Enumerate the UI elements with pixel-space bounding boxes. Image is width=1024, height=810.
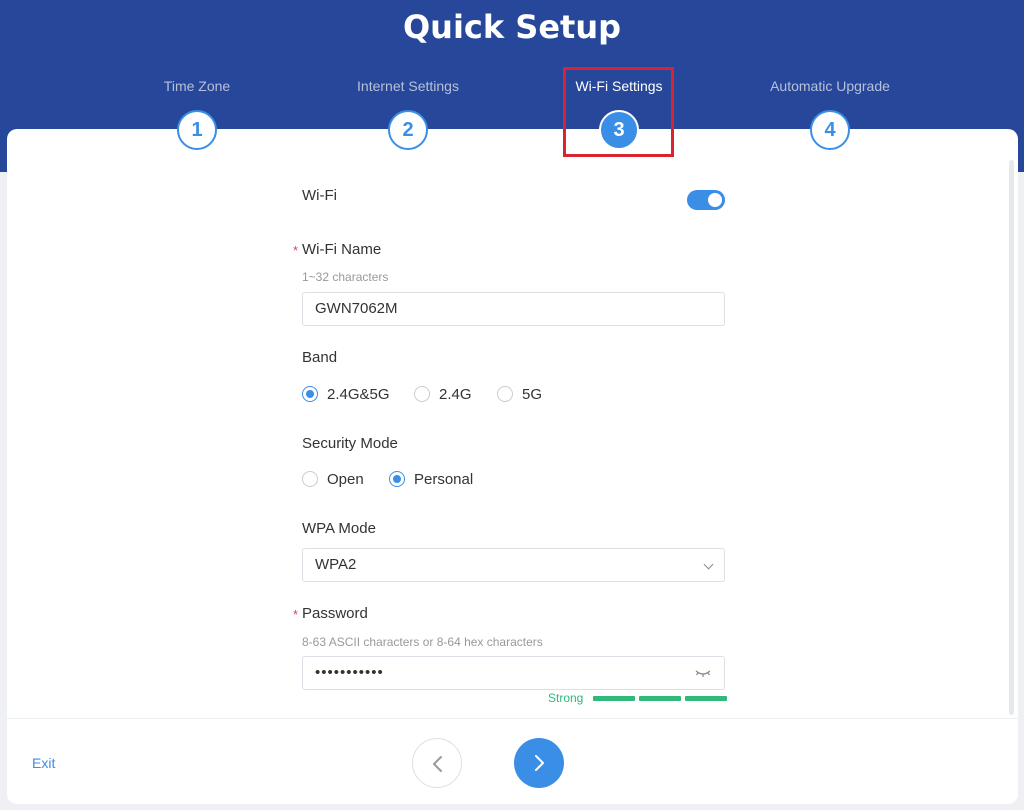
step-label: Automatic Upgrade <box>770 78 890 94</box>
wpa-mode-label: WPA Mode <box>302 520 376 537</box>
step-number: 1 <box>177 110 217 150</box>
exit-link[interactable]: Exit <box>32 755 55 771</box>
radio-label: 2.4G&5G <box>327 385 390 403</box>
security-option-personal[interactable]: Personal <box>389 469 473 489</box>
step-automatic-upgrade[interactable]: Automatic Upgrade 4 <box>740 76 920 150</box>
step-time-zone[interactable]: Time Zone 1 <box>107 76 287 150</box>
radio-checked <box>389 471 405 487</box>
radio-unchecked <box>302 471 318 487</box>
chevron-down-icon <box>703 559 714 570</box>
required-mark: * <box>293 607 299 622</box>
strength-bar <box>593 695 636 701</box>
radio-checked <box>302 386 318 402</box>
wifi-toggle[interactable] <box>687 190 725 210</box>
radio-unchecked <box>497 386 513 402</box>
password-hint: 8-63 ASCII characters or 8-64 hex charac… <box>302 635 543 649</box>
toggle-knob <box>708 193 722 207</box>
strength-bar <box>639 695 682 701</box>
radio-unchecked <box>414 386 430 402</box>
back-button[interactable] <box>412 738 462 788</box>
password-input[interactable]: ••••••••••• <box>302 656 725 690</box>
step-number: 4 <box>810 110 850 150</box>
strength-label: Strong <box>548 691 584 705</box>
security-mode-label: Security Mode <box>302 435 398 452</box>
step-internet-settings[interactable]: Internet Settings 2 <box>318 76 498 150</box>
scrollbar[interactable] <box>1009 160 1014 715</box>
password-strength-meter: Strong <box>548 690 728 706</box>
radio-label: 2.4G <box>439 385 472 403</box>
password-value: ••••••••••• <box>315 664 384 681</box>
band-option-5g[interactable]: 5G <box>497 384 542 404</box>
wpa-mode-select[interactable]: WPA2 <box>302 548 725 582</box>
required-mark: * <box>293 243 299 258</box>
radio-label: 5G <box>522 385 543 403</box>
radio-label: Personal <box>414 470 474 488</box>
wifi-name-input[interactable]: GWN7062M <box>302 292 725 326</box>
strength-bar <box>685 695 728 701</box>
wifi-name-hint: 1~32 characters <box>302 270 389 284</box>
footer-bar: Exit <box>7 718 1018 804</box>
next-button[interactable] <box>514 738 564 788</box>
step-label: Internet Settings <box>357 78 459 94</box>
eye-closed-icon[interactable] <box>694 665 712 681</box>
step-indicator: Time Zone 1 Internet Settings 2 Wi-Fi Se… <box>0 0 1024 160</box>
password-label: Password <box>302 605 368 622</box>
security-option-open[interactable]: Open <box>302 469 364 489</box>
step-label: Time Zone <box>163 78 231 94</box>
band-option-dual[interactable]: 2.4G&5G <box>302 384 390 404</box>
band-option-24g[interactable]: 2.4G <box>414 384 472 404</box>
step-number: 2 <box>388 110 428 150</box>
wpa-mode-value: WPA2 <box>315 556 357 573</box>
radio-label: Open <box>327 470 364 488</box>
wifi-label: Wi-Fi <box>302 187 337 204</box>
content-card <box>7 129 1018 804</box>
wifi-name-label: Wi-Fi Name <box>302 241 382 258</box>
chevron-right-icon <box>535 755 544 771</box>
highlight-box <box>563 67 674 157</box>
band-label: Band <box>302 349 338 366</box>
chevron-left-icon <box>433 756 442 772</box>
